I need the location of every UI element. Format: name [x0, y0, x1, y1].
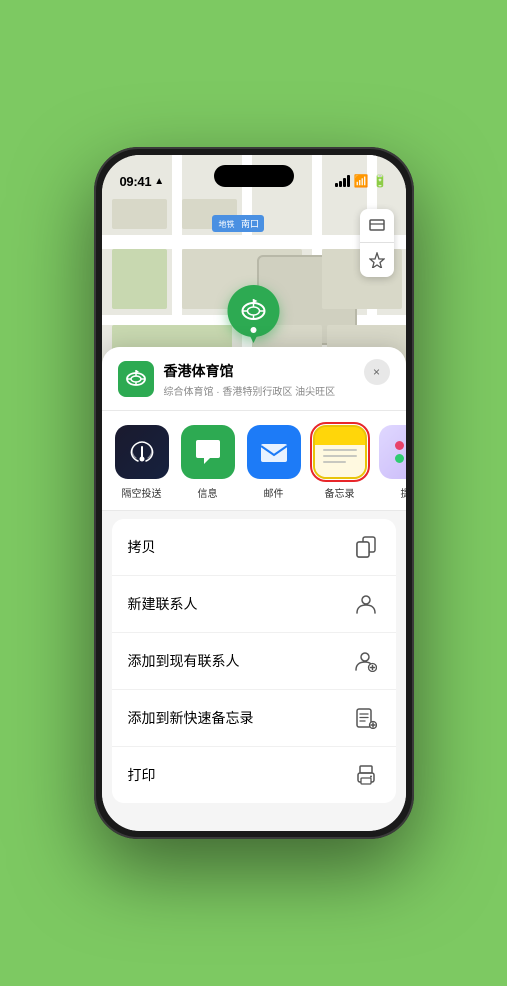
messages-label: 信息 [198, 485, 218, 500]
airdrop-icon [115, 425, 169, 479]
menu-item-new-contact[interactable]: 新建联系人 [112, 576, 396, 633]
new-contact-label: 新建联系人 [128, 594, 198, 614]
map-label: 地铁 南口 [212, 215, 265, 232]
more-label: 提 [401, 485, 406, 500]
phone-screen: 09:41 ▲ 📶 🔋 [102, 155, 406, 831]
menu-item-copy[interactable]: 拷贝 [112, 519, 396, 576]
status-time: 09:41 [120, 174, 152, 189]
battery-icon: 🔋 [373, 174, 388, 188]
airdrop-label: 隔空投送 [122, 485, 162, 500]
copy-label: 拷贝 [128, 537, 156, 557]
location-name: 香港体育馆 [164, 361, 354, 381]
location-icon: ▲ [154, 176, 164, 187]
map-layers-button[interactable] [360, 209, 394, 243]
messages-icon [181, 425, 235, 479]
signal-bars [335, 175, 350, 187]
location-header: 香港体育馆 综合体育馆 · 香港特别行政区 油尖旺区 × [102, 347, 406, 411]
share-app-mail[interactable]: 邮件 [244, 425, 304, 500]
print-label: 打印 [128, 765, 156, 785]
phone-frame: 09:41 ▲ 📶 🔋 [94, 147, 414, 839]
person-add-icon [352, 647, 380, 675]
location-info: 香港体育馆 综合体育馆 · 香港特别行政区 油尖旺区 [164, 361, 354, 398]
location-logo [118, 361, 154, 397]
close-button[interactable]: × [364, 359, 390, 385]
pin-circle [228, 285, 280, 337]
bottom-sheet: 香港体育馆 综合体育馆 · 香港特别行政区 油尖旺区 × [102, 347, 406, 831]
print-icon [352, 761, 380, 789]
location-button[interactable] [360, 243, 394, 277]
notes-add-icon [352, 704, 380, 732]
location-description: 综合体育馆 · 香港特别行政区 油尖旺区 [164, 383, 354, 398]
share-app-airdrop[interactable]: 隔空投送 [112, 425, 172, 500]
notes-label: 备忘录 [325, 485, 355, 500]
share-app-messages[interactable]: 信息 [178, 425, 238, 500]
more-icon [379, 425, 406, 479]
add-notes-label: 添加到新快速备忘录 [128, 708, 254, 728]
share-apps-row: 隔空投送 信息 [102, 411, 406, 511]
person-icon [352, 590, 380, 618]
wifi-icon: 📶 [354, 174, 369, 188]
status-icons: 📶 🔋 [335, 174, 388, 188]
share-app-more[interactable]: 提 [376, 425, 406, 500]
menu-item-print[interactable]: 打印 [112, 747, 396, 803]
map-controls [360, 209, 394, 277]
notes-icon [313, 425, 367, 479]
mail-icon [247, 425, 301, 479]
menu-section: 拷贝 新建联系人 [112, 519, 396, 803]
menu-item-add-notes[interactable]: 添加到新快速备忘录 [112, 690, 396, 747]
copy-icon [352, 533, 380, 561]
dynamic-island [214, 165, 294, 187]
menu-item-add-existing[interactable]: 添加到现有联系人 [112, 633, 396, 690]
mail-label: 邮件 [264, 485, 284, 500]
add-existing-label: 添加到现有联系人 [128, 651, 240, 671]
share-app-notes[interactable]: 备忘录 [310, 425, 370, 500]
